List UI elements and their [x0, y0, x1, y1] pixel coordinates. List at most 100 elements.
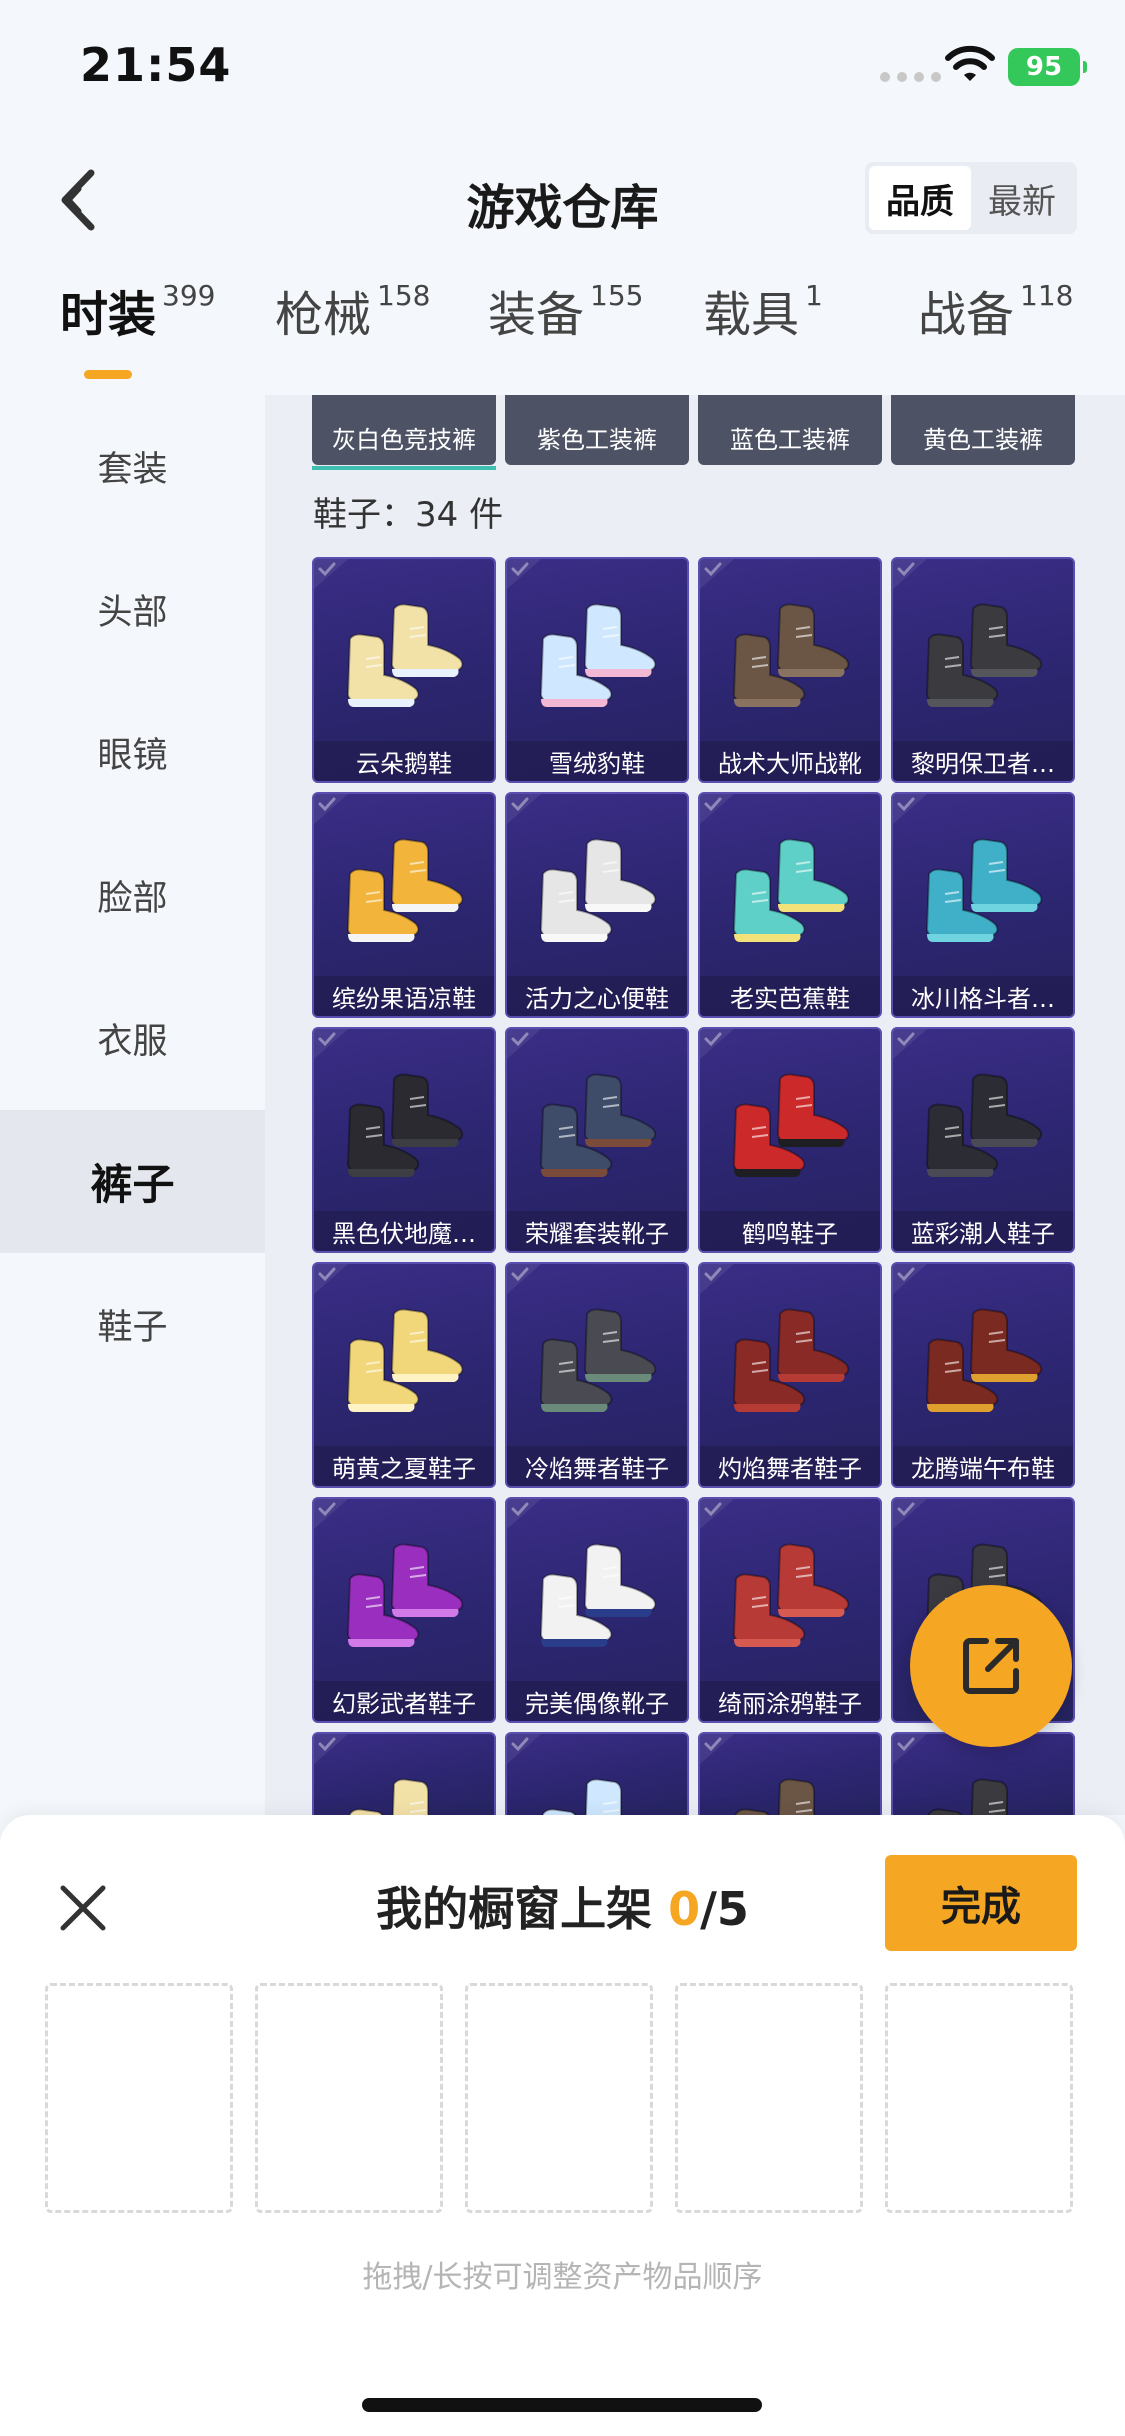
- item-card[interactable]: 荣耀套装靴子: [505, 1027, 689, 1253]
- tab-count: 155: [590, 279, 644, 312]
- sidebar-item-head[interactable]: 头部: [0, 538, 265, 681]
- shoe-icon: [346, 1073, 464, 1177]
- item-card[interactable]: [312, 1732, 496, 1815]
- check-icon: [507, 794, 541, 824]
- pants-row: 灰白色竞技裤 紫色工装裤 蓝色工装裤 黄色工装裤: [312, 395, 1075, 470]
- share-icon: [963, 1638, 1019, 1694]
- shoe-icon: [346, 1543, 464, 1647]
- item-card[interactable]: 完美偶像靴子: [505, 1497, 689, 1723]
- item-card[interactable]: 蓝色工装裤: [698, 395, 882, 465]
- shoe-icon: [346, 603, 464, 707]
- item-card-label: 蓝彩潮人鞋子: [893, 1211, 1073, 1251]
- item-card[interactable]: 云朵鹅鞋: [312, 557, 496, 783]
- showcase-count-current: 0: [668, 1882, 701, 1936]
- item-card-label: 幻影武者鞋子: [314, 1681, 494, 1721]
- item-card[interactable]: 战术大师战靴: [698, 557, 882, 783]
- tab-fashion[interactable]: 时装 399: [60, 275, 215, 345]
- sidebar-item-shoes[interactable]: 鞋子: [0, 1253, 265, 1396]
- check-icon: [893, 1029, 927, 1059]
- tab-guns[interactable]: 枪械 158: [275, 275, 430, 345]
- sidebar: 套装 头部 眼镜 脸部 衣服 裤子 鞋子: [0, 395, 265, 1815]
- shoe-icon: [734, 1778, 815, 1815]
- showcase-sheet: 我的橱窗上架 0/5 完成 拖拽/长按可调整资产物品顺序: [0, 1815, 1125, 2436]
- item-card-label: 雪绒豹鞋: [507, 741, 687, 781]
- tab-label: 载具: [703, 287, 800, 343]
- check-icon: [314, 1029, 348, 1059]
- check-icon: [314, 1264, 348, 1294]
- sort-quality-button[interactable]: 品质: [869, 166, 971, 230]
- status-time: 21:54: [80, 38, 232, 92]
- item-card[interactable]: 缤纷果语凉鞋: [312, 792, 496, 1018]
- sidebar-item-glasses[interactable]: 眼镜: [0, 681, 265, 824]
- item-card[interactable]: 雪绒豹鞋: [505, 557, 689, 783]
- shoe-icon: [539, 1308, 657, 1412]
- item-card[interactable]: [505, 1732, 689, 1815]
- item-card[interactable]: 龙腾端午布鞋: [891, 1262, 1075, 1488]
- done-button[interactable]: 完成: [885, 1855, 1077, 1951]
- status-bar: 21:54 95: [0, 0, 1125, 130]
- share-button[interactable]: [910, 1585, 1072, 1747]
- tab-vehicles[interactable]: 载具 1: [703, 275, 823, 345]
- sort-toggle: 品质 最新: [865, 162, 1077, 234]
- sidebar-item-pants[interactable]: 裤子: [0, 1110, 265, 1253]
- sidebar-item-clothes[interactable]: 衣服: [0, 967, 265, 1110]
- sort-latest-button[interactable]: 最新: [971, 166, 1073, 230]
- item-card-label: 绮丽涂鸦鞋子: [700, 1681, 880, 1721]
- check-icon: [507, 1264, 541, 1294]
- showcase-slot[interactable]: [675, 1983, 863, 2213]
- showcase-slot[interactable]: [885, 1983, 1073, 2213]
- showcase-slot[interactable]: [45, 1983, 233, 2213]
- item-card-label: 荣耀套装靴子: [507, 1211, 687, 1251]
- item-card[interactable]: 老实芭蕉鞋: [698, 792, 882, 1018]
- header: 游戏仓库 品质 最新: [0, 140, 1125, 250]
- tab-count: 1: [805, 279, 823, 312]
- check-icon: [314, 559, 348, 589]
- item-card-label: 萌黄之夏鞋子: [314, 1446, 494, 1486]
- shoe-icon: [541, 1778, 622, 1815]
- item-card[interactable]: 活力之心便鞋: [505, 792, 689, 1018]
- item-card-label: 老实芭蕉鞋: [700, 976, 880, 1016]
- shoe-icon: [925, 603, 1043, 707]
- tab-count: 158: [377, 279, 431, 312]
- tab-battle-prep[interactable]: 战备 118: [918, 275, 1073, 345]
- shoe-icon: [732, 838, 850, 942]
- check-icon: [893, 794, 927, 824]
- wifi-icon: [945, 45, 995, 81]
- item-card[interactable]: 紫色工装裤: [505, 395, 689, 465]
- sheet-title-text: 我的橱窗上架: [376, 1882, 669, 1936]
- item-card[interactable]: 冷焰舞者鞋子: [505, 1262, 689, 1488]
- item-card[interactable]: 黎明保卫者…: [891, 557, 1075, 783]
- item-card[interactable]: 灰白色竞技裤: [312, 395, 496, 470]
- item-card[interactable]: 黑色伏地魔…: [312, 1027, 496, 1253]
- item-card[interactable]: 灼焰舞者鞋子: [698, 1262, 882, 1488]
- showcase-slot[interactable]: [465, 1983, 653, 2213]
- item-card[interactable]: [698, 1732, 882, 1815]
- shoe-icon: [348, 1778, 429, 1815]
- showcase-slot[interactable]: [255, 1983, 443, 2213]
- item-card-label: 冰川格斗者…: [893, 976, 1073, 1016]
- battery-indicator: 95: [1008, 48, 1087, 86]
- check-icon: [700, 1029, 734, 1059]
- item-card-label: 灼焰舞者鞋子: [700, 1446, 880, 1486]
- item-card[interactable]: 黄色工装裤: [891, 395, 1075, 465]
- shoe-icon: [539, 1543, 657, 1647]
- shoe-icon: [539, 603, 657, 707]
- item-card[interactable]: 幻影武者鞋子: [312, 1497, 496, 1723]
- item-card[interactable]: 冰川格斗者…: [891, 792, 1075, 1018]
- item-card[interactable]: 蓝彩潮人鞋子: [891, 1027, 1075, 1253]
- check-icon: [507, 1499, 541, 1529]
- shoe-icon: [346, 1308, 464, 1412]
- tab-equipment[interactable]: 装备 155: [488, 275, 643, 345]
- item-card-label: 鹤鸣鞋子: [700, 1211, 880, 1251]
- shoe-icon: [732, 603, 850, 707]
- tab-label: 装备: [488, 287, 585, 343]
- item-card-label: 龙腾端午布鞋: [893, 1446, 1073, 1486]
- item-card[interactable]: 萌黄之夏鞋子: [312, 1262, 496, 1488]
- sidebar-item-suit[interactable]: 套装: [0, 395, 265, 538]
- tab-label: 枪械: [275, 287, 372, 343]
- item-card[interactable]: 绮丽涂鸦鞋子: [698, 1497, 882, 1723]
- category-tabs: 时装 399 枪械 158 装备 155 载具 1 战备 118: [0, 275, 1125, 385]
- sidebar-item-face[interactable]: 脸部: [0, 824, 265, 967]
- showcase-count-total: /5: [700, 1882, 749, 1936]
- item-card[interactable]: 鹤鸣鞋子: [698, 1027, 882, 1253]
